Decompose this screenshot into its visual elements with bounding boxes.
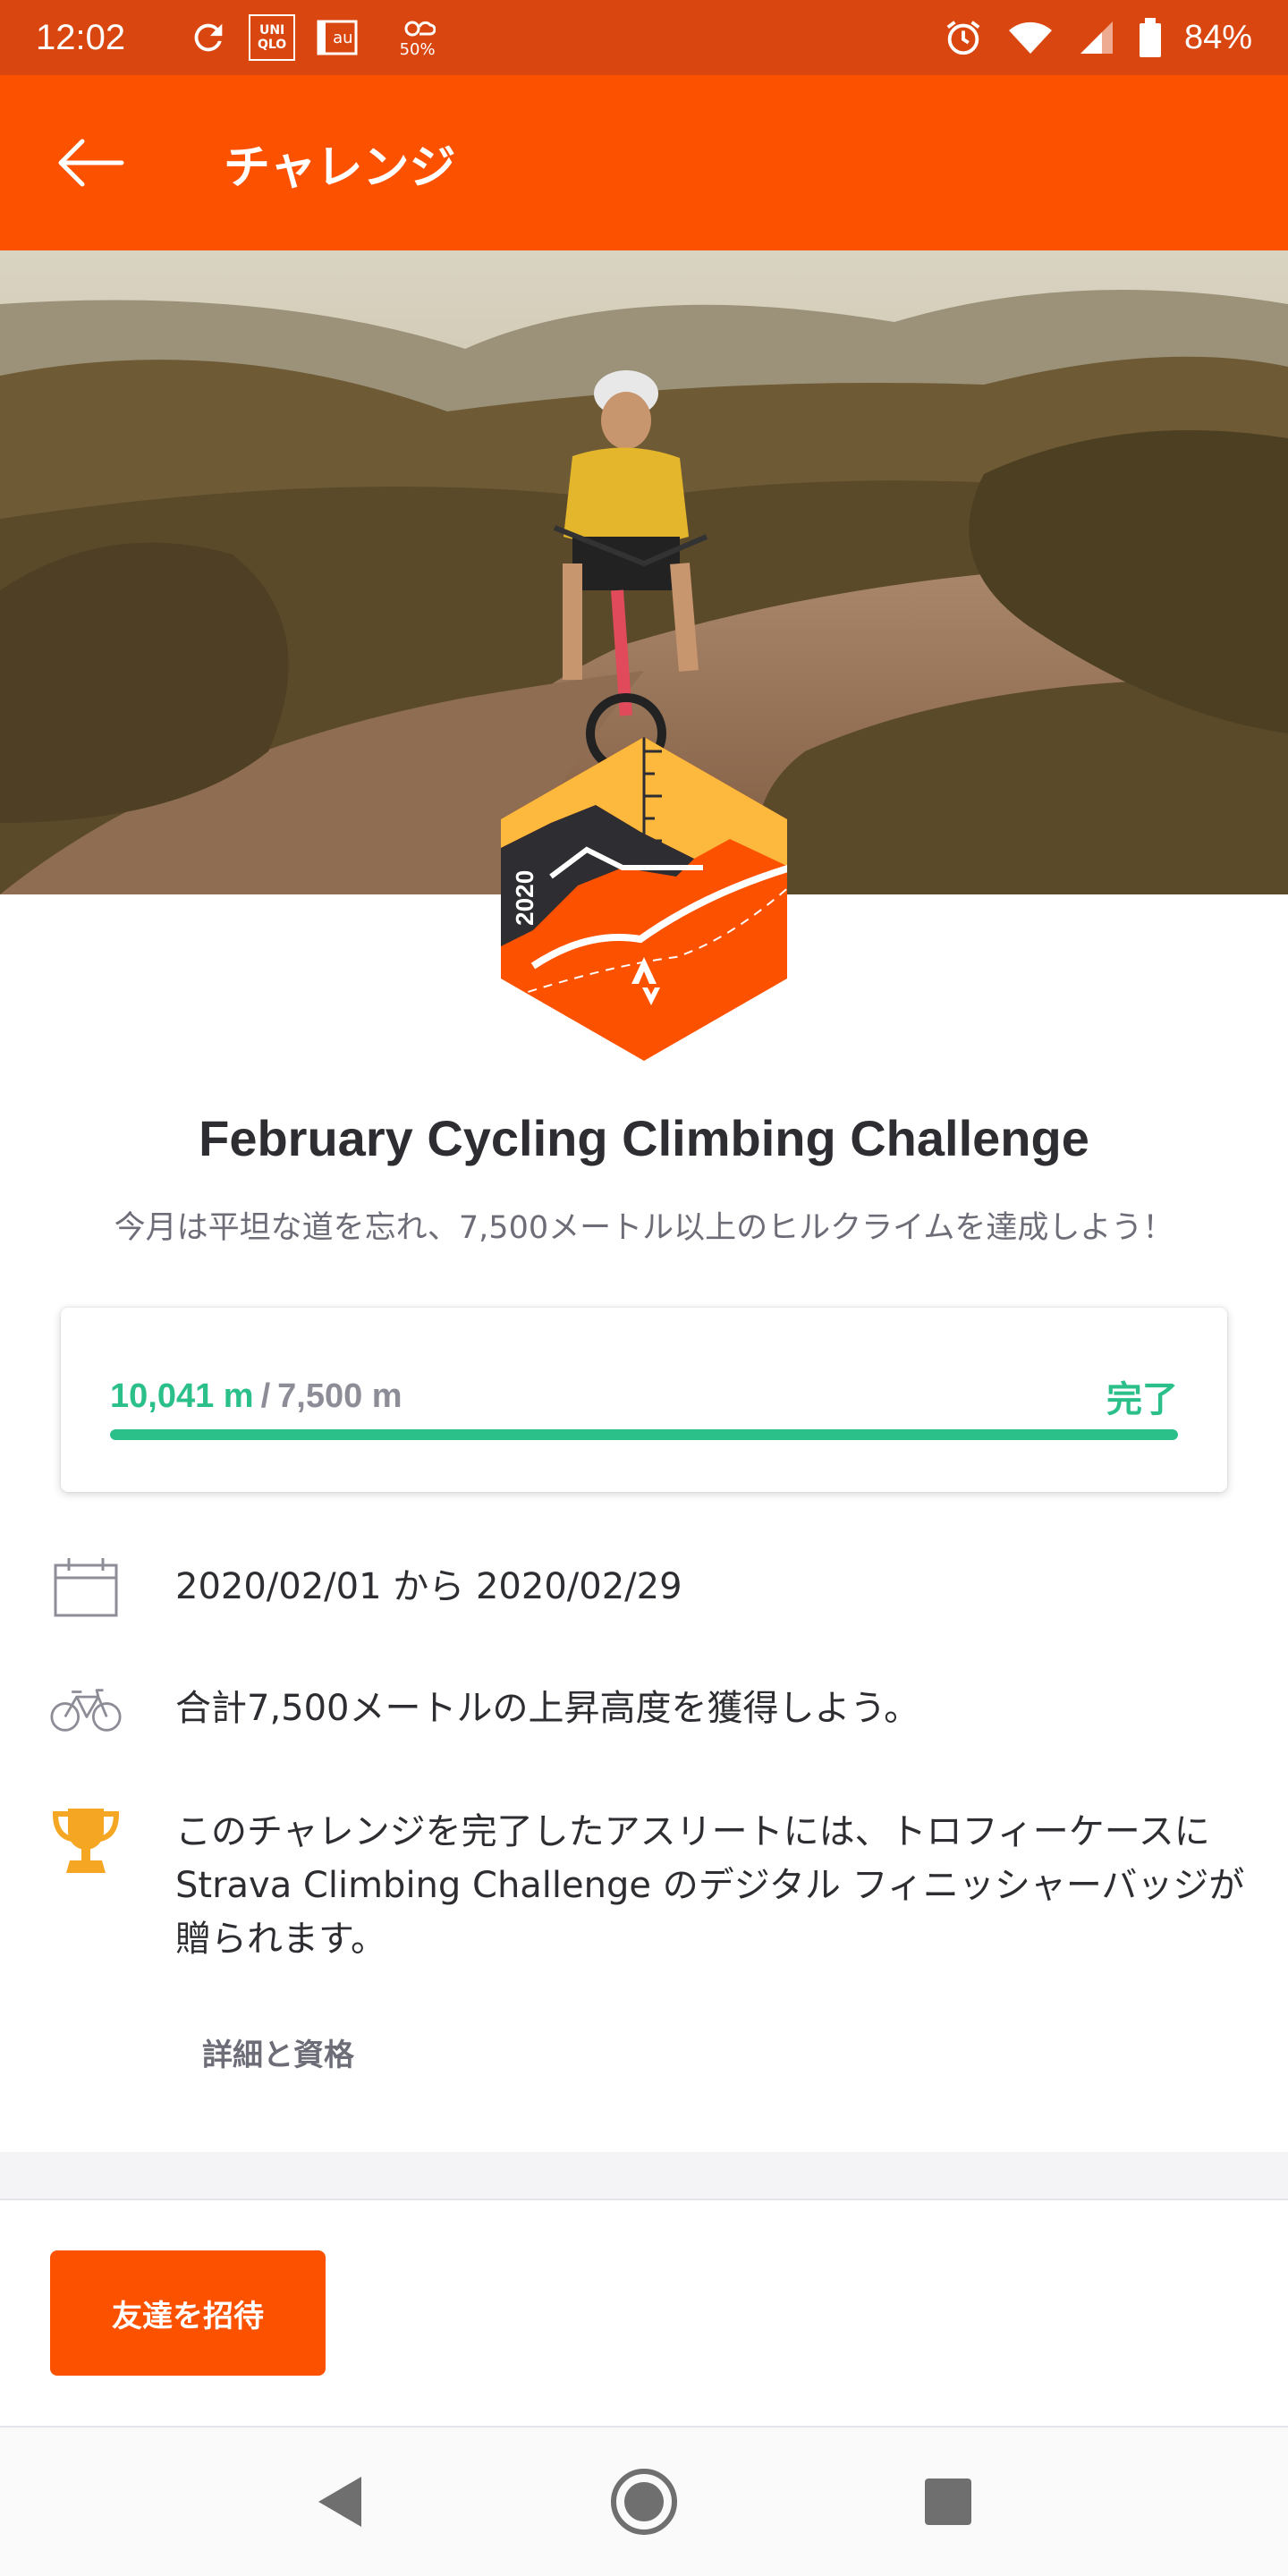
section-divider (0, 2152, 1288, 2199)
status-bar: 12:02 UNI QLO au 50% 84% (0, 0, 1288, 75)
invite-friends-button[interactable]: 友達を招待 (50, 2250, 326, 2376)
calendar-icon (50, 1556, 122, 1619)
notification-icons: UNI QLO au 50% (188, 14, 436, 61)
cell-signal-icon (1077, 18, 1116, 57)
progress-bar (110, 1429, 1178, 1440)
progress-separator: / (260, 1377, 271, 1415)
badge-year: 2020 (511, 870, 538, 926)
alarm-icon (943, 17, 984, 58)
progress-goal: 7,500 m (277, 1377, 402, 1415)
app-bar: チャレンジ (0, 75, 1288, 250)
uniqlo-text: UNI QLO (257, 23, 287, 52)
bike-icon (50, 1685, 122, 1735)
sync-icon (188, 17, 229, 58)
details-link[interactable]: 詳細と資格 (202, 2030, 354, 2074)
nav-home-button[interactable] (599, 2457, 689, 2546)
status-bar-right: 84% (943, 17, 1252, 58)
dates-text: 2020/02/01 から 2020/02/29 (175, 1566, 682, 1607)
square-recents-icon (925, 2479, 971, 2525)
challenge-badge: 2020 (497, 733, 791, 1064)
progress-row: 10,041 m / 7,500 m 完了 (110, 1370, 1178, 1422)
circle-home-icon (611, 2469, 677, 2535)
progress-bar-fill (110, 1429, 1178, 1440)
triangle-back-icon (318, 2477, 361, 2527)
wifi-icon (1007, 18, 1054, 57)
system-nav-bar (0, 2428, 1288, 2576)
trophy-icon (50, 1805, 122, 1877)
progress-current: 10,041 m (110, 1377, 254, 1415)
progress-card: 10,041 m / 7,500 m 完了 (61, 1308, 1227, 1492)
weather-icon: 50% (400, 16, 436, 59)
challenge-subtitle: 今月は平坦な道を忘れ、7,500メートル以上のヒルクライムを達成しよう！ (114, 1210, 1174, 1246)
nav-back-button[interactable] (295, 2457, 385, 2546)
challenge-screen: 12:02 UNI QLO au 50% 84% チャレンジ 2020 Febr… (0, 0, 1288, 2576)
battery-icon (1139, 18, 1161, 57)
status-bar-left: 12:02 UNI QLO au 50% (36, 14, 436, 61)
back-button[interactable] (45, 118, 134, 208)
au-app-icon: au (315, 18, 379, 57)
status-time: 12:02 (36, 17, 126, 57)
arrow-left-icon (58, 139, 124, 187)
weather-percent: 50% (399, 40, 436, 59)
progress-status: 完了 (1106, 1380, 1178, 1419)
divider-line (0, 2199, 1288, 2200)
challenge-title: February Cycling Climbing Challenge (199, 1110, 1089, 1166)
goal-text: 合計7,500メートルの上昇高度を獲得しよう。 (175, 1688, 920, 1729)
page-title: チャレンジ (224, 140, 456, 195)
uniqlo-app-icon: UNI QLO (249, 14, 296, 61)
au-text: au (333, 28, 353, 47)
nav-recents-button[interactable] (903, 2457, 993, 2546)
reward-text: このチャレンジを完了したアスリートには、トロフィーケースに Strava Cli… (175, 1811, 1245, 1960)
battery-percent: 84% (1183, 18, 1252, 56)
